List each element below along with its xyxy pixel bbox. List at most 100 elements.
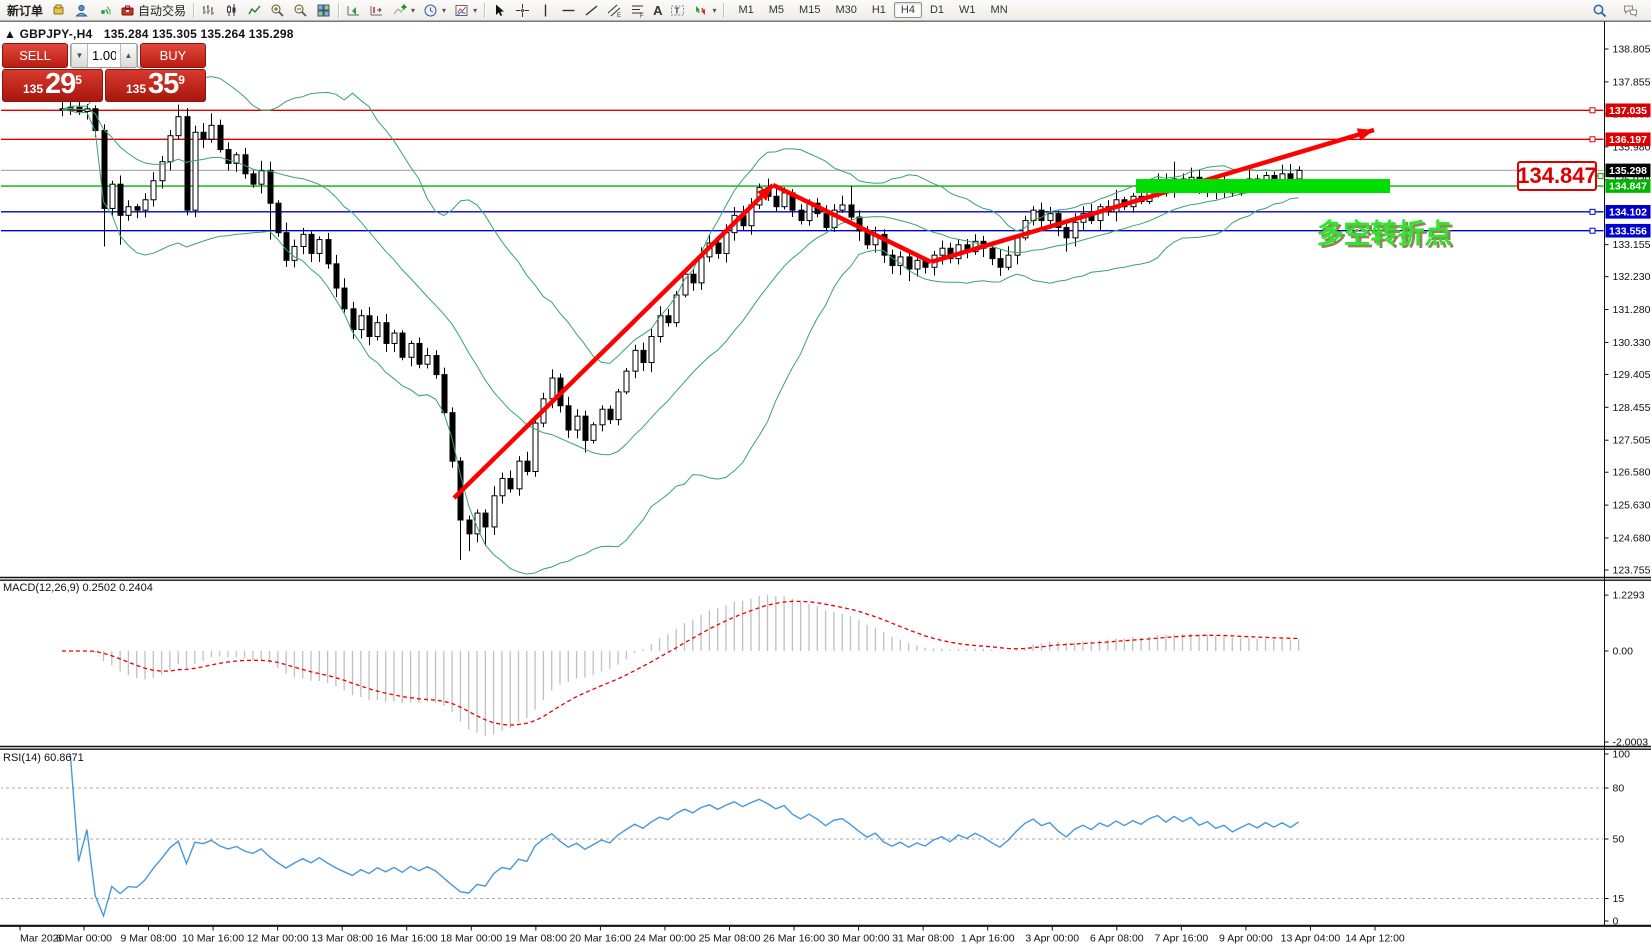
search-button[interactable] [1588,2,1611,19]
horizontal-line-button[interactable] [557,2,580,19]
timeframe-H1[interactable]: H1 [865,2,893,18]
line-handle[interactable] [1590,137,1595,142]
svg-text:T: T [675,6,680,15]
label-button[interactable]: T [666,2,689,19]
macd-pane [62,595,1299,736]
buy-price-display[interactable]: 135 35 9 [105,69,206,102]
buy-price-fraction: 9 [178,74,185,86]
templates-button[interactable]: ▾ [450,2,481,19]
collapse-arrow-icon[interactable]: ▲ [4,27,16,41]
svg-text:130.330: 130.330 [1613,337,1651,349]
line-handle[interactable] [1590,209,1595,214]
candlestick-button[interactable] [220,2,243,19]
volume-increase-button[interactable]: ▲ [120,44,137,67]
svg-text:50: 50 [1613,834,1625,846]
toolbar-separator [723,3,724,18]
bar-chart-button[interactable] [197,2,220,19]
indicators-button[interactable]: ▾ [388,2,419,19]
rsi-line [70,754,1298,916]
svg-text:0: 0 [1613,916,1619,928]
line-handle[interactable] [1590,108,1595,113]
cursor-button[interactable] [488,2,511,19]
zoom-out-button[interactable] [289,2,312,19]
svg-text:135.298: 135.298 [1609,165,1647,177]
sell-price-figure: 135 [23,79,43,99]
sell-button[interactable]: SELL [2,43,68,68]
svg-text:124.680: 124.680 [1613,533,1651,545]
svg-text:131.280: 131.280 [1613,304,1651,316]
svg-text:80: 80 [1613,783,1625,795]
text-button[interactable]: A [649,2,666,19]
volume-spinner: ▼ ▲ [70,43,138,68]
time-axis[interactable]: Mar 20206 Mar 00:009 Mar 08:0010 Mar 16:… [20,926,1405,945]
bollinger-lower-band [62,110,1299,574]
svg-text:13 Mar 08:00: 13 Mar 08:00 [311,933,373,945]
sell-price-fraction: 5 [75,74,82,86]
rsi-pane [0,754,1605,916]
price-axis[interactable]: 138.805137.855136.930135.980135.030133.1… [1605,44,1651,928]
buy-price-figure: 135 [126,79,146,99]
vertical-line-button[interactable] [534,2,557,19]
volume-input[interactable] [88,44,120,67]
periods-button[interactable]: ▾ [419,2,450,19]
trend-line-3[interactable] [931,130,1374,262]
arrows-button[interactable]: ▾ [689,2,720,19]
annotation-text[interactable]: 多空转折点 [1317,218,1452,249]
volume-decrease-button[interactable]: ▼ [71,44,88,67]
timeframe-MN[interactable]: MN [984,2,1015,18]
main-price-pane: 多空转折点多空转折点134.847 [0,57,1605,574]
timeframe-M5[interactable]: M5 [762,2,791,18]
channel-button[interactable]: E [603,2,626,19]
timeframe-M15[interactable]: M15 [792,2,827,18]
quote-header: ▲ GBPJPY-,H4 135.284 135.305 135.264 135… [4,27,294,41]
timeframe-H4[interactable]: H4 [894,2,922,18]
svg-text:126.580: 126.580 [1613,467,1651,479]
svg-text:137.855: 137.855 [1613,76,1651,88]
svg-text:6 Apr 08:00: 6 Apr 08:00 [1090,933,1144,945]
svg-text:16 Mar 16:00: 16 Mar 16:00 [376,933,438,945]
auto-scroll-button[interactable] [342,2,365,19]
one-click-trade-panel: SELL ▼ ▲ BUY 135 29 5 135 35 9 [2,43,206,104]
svg-text:F: F [640,13,644,18]
svg-text:24 Mar 00:00: 24 Mar 00:00 [634,933,696,945]
chat-button[interactable] [1619,2,1642,19]
trend-line-1[interactable] [454,185,773,498]
symbol-title: GBPJPY-,H4 [20,27,93,41]
price-tag-text: 134.847 [1517,163,1597,188]
timeframe-D1[interactable]: D1 [923,2,951,18]
support-zone-highlight[interactable] [1136,179,1390,193]
bollinger-upper-band [62,57,1299,363]
auto-trade-button[interactable]: 自动交易 [116,2,190,19]
svg-text:1 Apr 16:00: 1 Apr 16:00 [961,933,1015,945]
fibonacci-button[interactable]: F [626,2,649,19]
timeframe-M1[interactable]: M1 [731,2,760,18]
signal-button[interactable] [93,2,116,19]
new-order-button[interactable]: 新订单 [3,2,47,19]
svg-text:31 Mar 08:00: 31 Mar 08:00 [892,933,954,945]
ohlc-quotes: 135.284 135.305 135.264 135.298 [104,27,294,41]
svg-text:9 Apr 00:00: 9 Apr 00:00 [1219,933,1273,945]
candles-layer [60,97,1302,559]
chart-shift-button[interactable] [365,2,388,19]
svg-text:30 Mar 00:00: 30 Mar 00:00 [828,933,890,945]
svg-text:20 Mar 16:00: 20 Mar 16:00 [569,933,631,945]
tile-windows-button[interactable] [312,2,335,19]
svg-text:13 Apr 04:00: 13 Apr 04:00 [1281,933,1341,945]
zoom-in-button[interactable] [266,2,289,19]
line-chart-button[interactable] [243,2,266,19]
svg-text:132.230: 132.230 [1613,271,1651,283]
svg-text:18 Mar 00:00: 18 Mar 00:00 [440,933,502,945]
line-handle[interactable] [1590,228,1595,233]
toolbar-right-group [1588,2,1648,19]
timeframe-M30[interactable]: M30 [828,2,863,18]
funds-button[interactable] [47,2,70,19]
crosshair-button[interactable] [511,2,534,19]
community-button[interactable] [70,2,93,19]
sell-price-display[interactable]: 135 29 5 [2,69,103,102]
timeframe-W1[interactable]: W1 [952,2,983,18]
chart-canvas[interactable]: 多空转折点多空转折点134.847138.805137.855136.93013… [0,21,1651,946]
svg-text:E: E [617,13,621,18]
buy-button[interactable]: BUY [140,43,206,68]
trendline-button[interactable] [580,2,603,19]
timeframe-group: M1M5M15M30H1H4D1W1MN [731,2,1014,18]
